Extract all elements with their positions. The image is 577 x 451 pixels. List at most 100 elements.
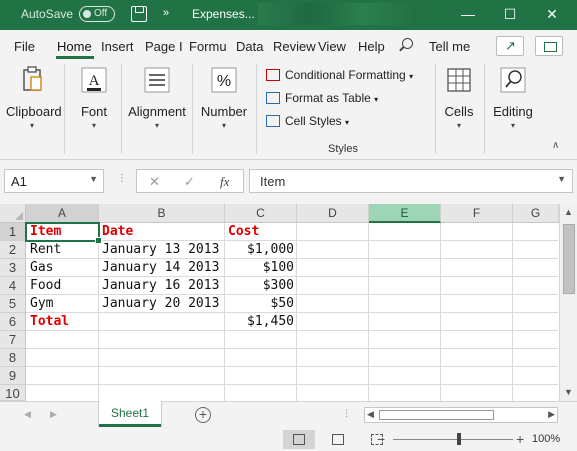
close-button[interactable]: ✕ [540, 3, 564, 25]
row-header-4[interactable]: 4 [0, 277, 26, 295]
cell-styles-button[interactable]: Cell Styles ▾ [266, 114, 349, 128]
cells-group[interactable]: Cells ▾ [440, 64, 478, 130]
formula-input[interactable]: Item ▼ [249, 169, 573, 193]
collapse-ribbon-icon[interactable]: ∧ [552, 140, 559, 151]
scroll-down-icon[interactable]: ▼ [564, 387, 573, 397]
row-header-6[interactable]: 6 [0, 313, 26, 331]
column-header-e[interactable]: E [369, 204, 441, 223]
cell-b4[interactable]: January 16 2013 [99, 277, 222, 295]
horizontal-scroll-thumb[interactable] [379, 410, 494, 420]
tab-file[interactable]: File [14, 39, 35, 54]
tell-me-box[interactable]: Tell me [429, 39, 470, 54]
row-header-9[interactable]: 9 [0, 367, 26, 385]
customize-quick-access-icon[interactable]: » [163, 7, 169, 19]
tab-review[interactable]: Review [273, 39, 316, 54]
formula-bar-resize-handle[interactable]: ⋮ [117, 173, 127, 184]
editing-group[interactable]: Editing ▾ [490, 64, 536, 130]
save-icon[interactable] [131, 6, 147, 22]
column-header-d[interactable]: D [297, 204, 369, 223]
chevron-down-icon: ▾ [221, 121, 226, 130]
cell-a3[interactable]: Gas [27, 259, 56, 277]
row-header-5[interactable]: 5 [0, 295, 26, 313]
clipboard-group[interactable]: Clipboard ▾ [6, 64, 62, 130]
cell-a5[interactable]: Gym [27, 295, 56, 313]
column-header-g[interactable]: G [513, 204, 559, 223]
expand-formula-bar-icon[interactable]: ▼ [557, 174, 566, 184]
share-button[interactable] [496, 36, 524, 56]
row-header-1[interactable]: 1 [0, 223, 26, 241]
formula-content: Item [260, 174, 286, 189]
autosave-toggle[interactable]: Off [79, 6, 115, 22]
cell-c4[interactable]: $300 [225, 277, 297, 295]
cell-a2[interactable]: Rent [27, 241, 64, 259]
column-header-b[interactable]: B [99, 204, 225, 223]
font-group[interactable]: A Font ▾ [75, 64, 113, 130]
tab-formulas[interactable]: Formu [189, 39, 227, 54]
column-header-f[interactable]: F [441, 204, 513, 223]
format-as-table-button[interactable]: Format as Table ▾ [266, 91, 378, 105]
next-sheet-icon[interactable]: ▶ [50, 409, 57, 420]
cell-b2[interactable]: January 13 2013 [99, 241, 222, 259]
add-sheet-icon[interactable]: + [195, 407, 211, 423]
enter-icon[interactable]: ✓ [184, 174, 195, 190]
sheet-tab-sheet1[interactable]: Sheet1 [99, 401, 161, 427]
restore-button[interactable]: ☐ [498, 3, 522, 25]
cell-c1[interactable]: Cost [225, 223, 262, 241]
row-header-8[interactable]: 8 [0, 349, 26, 367]
active-cell-selection[interactable] [25, 222, 102, 244]
number-group[interactable]: % Number ▾ [200, 64, 248, 130]
column-header-c[interactable]: C [225, 204, 297, 223]
cell-b5[interactable]: January 20 2013 [99, 295, 222, 313]
scroll-left-icon[interactable]: ◀ [367, 409, 374, 420]
cell-c3[interactable]: $100 [225, 259, 297, 277]
scroll-right-icon[interactable]: ▶ [548, 409, 555, 420]
name-box[interactable]: A1 ▼ [4, 169, 104, 193]
chevron-down-icon: ▾ [29, 121, 34, 130]
minimize-button[interactable]: — [456, 3, 480, 25]
cell-c6[interactable]: $1,450 [225, 313, 297, 331]
tab-view[interactable]: View [318, 39, 346, 54]
tab-home[interactable]: Home [57, 39, 92, 54]
search-icon[interactable] [402, 38, 413, 49]
cell-a4[interactable]: Food [27, 277, 64, 295]
page-layout-view-button[interactable] [322, 430, 354, 449]
chevron-down-icon[interactable]: ▼ [89, 174, 98, 184]
cell-b1[interactable]: Date [99, 223, 136, 241]
tab-data[interactable]: Data [236, 39, 263, 54]
cell-a6[interactable]: Total [27, 313, 72, 331]
autosave-label: AutoSave [21, 7, 74, 21]
worksheet-grid[interactable]: A B C D E F G 1 2 3 4 5 6 7 8 9 10 Item … [0, 204, 577, 401]
horizontal-scrollbar[interactable]: ◀ ▶ [364, 407, 558, 423]
number-label: Number [200, 104, 248, 119]
zoom-in-button[interactable]: + [516, 431, 524, 447]
scroll-up-icon[interactable]: ▲ [564, 207, 573, 217]
row-header-2[interactable]: 2 [0, 241, 26, 259]
normal-view-button[interactable] [283, 430, 315, 449]
zoom-slider[interactable] [393, 439, 513, 440]
tab-insert[interactable]: Insert [101, 39, 134, 54]
tab-split-handle[interactable]: ⋮ [342, 408, 351, 419]
tab-help[interactable]: Help [358, 39, 385, 54]
cell-b3[interactable]: January 14 2013 [99, 259, 222, 277]
column-header-a[interactable]: A [26, 204, 99, 223]
zoom-out-button[interactable]: − [377, 431, 385, 447]
conditional-formatting-button[interactable]: Conditional Formatting ▾ [266, 68, 413, 82]
alignment-group[interactable]: Alignment ▾ [128, 64, 186, 130]
zoom-slider-thumb[interactable] [457, 433, 461, 445]
row-header-7[interactable]: 7 [0, 331, 26, 349]
cell-c5[interactable]: $50 [225, 295, 297, 313]
insert-function-icon[interactable]: fx [220, 174, 229, 190]
cancel-icon[interactable]: ✕ [149, 174, 160, 190]
vertical-scrollbar[interactable]: ▲ ▼ [559, 204, 577, 401]
prev-sheet-icon[interactable]: ◀ [24, 409, 31, 420]
row-header-10[interactable]: 10 [0, 385, 26, 401]
row-header-3[interactable]: 3 [0, 259, 26, 277]
tab-page-layout[interactable]: Page I [145, 39, 183, 54]
zoom-level[interactable]: 100% [532, 433, 560, 445]
select-all-button[interactable] [0, 204, 26, 223]
vertical-scroll-thumb[interactable] [563, 224, 575, 294]
chevron-down-icon: ▾ [456, 121, 461, 130]
cells-icon [443, 64, 475, 96]
comments-button[interactable] [535, 36, 563, 56]
cell-c2[interactable]: $1,000 [225, 241, 297, 259]
